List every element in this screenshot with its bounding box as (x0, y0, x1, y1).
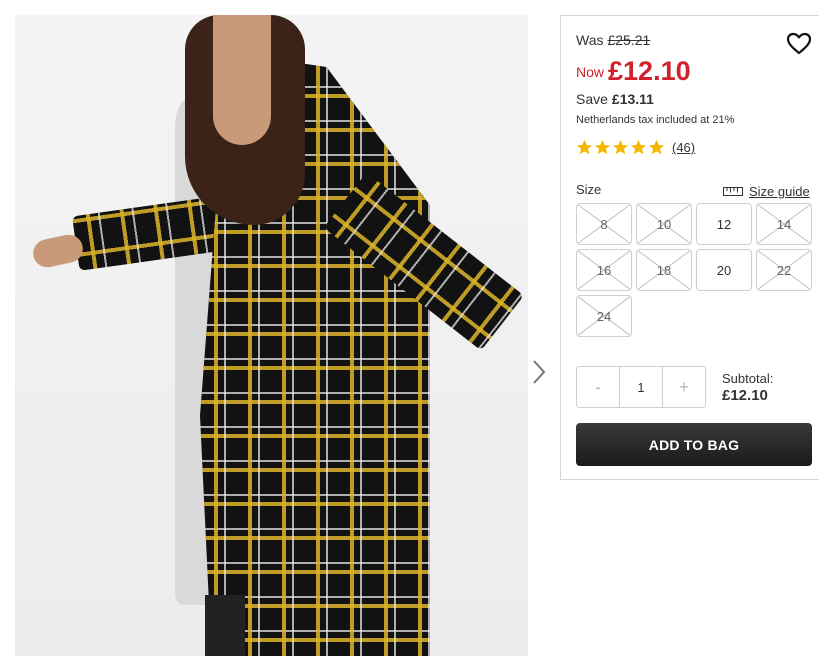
size-option-14[interactable]: 14 (756, 203, 812, 245)
now-price-row: Now £12.10 (576, 56, 691, 87)
legs-shape (205, 595, 245, 656)
size-option-label: 18 (656, 262, 672, 278)
size-guide-link[interactable]: Size guide (723, 184, 810, 199)
size-option-label: 20 (716, 262, 732, 278)
add-to-bag-button[interactable]: ADD TO BAG (576, 423, 812, 466)
wishlist-heart-icon[interactable] (786, 32, 812, 56)
next-image-chevron-right-icon[interactable] (530, 358, 548, 386)
size-option-8[interactable]: 8 (576, 203, 632, 245)
quantity-increase-button[interactable]: + (663, 367, 705, 407)
quantity-stepper: - 1 + (576, 366, 706, 408)
subtotal-label: Subtotal: (722, 371, 774, 386)
size-option-label: 14 (776, 216, 792, 232)
subtotal: Subtotal: £12.10 (722, 370, 773, 404)
star-icon (648, 140, 665, 155)
size-option-10[interactable]: 10 (636, 203, 692, 245)
purchase-panel: Was £25.21 Now £12.10 Save £13.11 Netherlan… (560, 15, 819, 480)
size-option-label: 22 (776, 262, 792, 278)
save-amount: £13.11 (611, 91, 654, 107)
tax-note: Netherlands tax included at 21% (576, 114, 735, 126)
size-option-20[interactable]: 20 (696, 249, 752, 291)
size-label: Size (576, 182, 602, 197)
star-icon (576, 140, 593, 155)
size-option-18[interactable]: 18 (636, 249, 692, 291)
size-option-12[interactable]: 12 (696, 203, 752, 245)
star-icon (594, 140, 611, 155)
size-option-label: 12 (716, 216, 732, 232)
review-count-link[interactable]: (46) (672, 140, 695, 155)
was-price: £25.21 (607, 32, 651, 48)
now-price: £12.10 (608, 56, 691, 86)
was-price-row: Was £25.21 (576, 32, 650, 48)
size-option-label: 16 (596, 262, 612, 278)
size-guide-label: Size guide (749, 184, 810, 199)
face-shape (213, 15, 271, 145)
subtotal-amount: £12.10 (722, 387, 768, 404)
star-icon (630, 140, 647, 155)
quantity-decrease-button[interactable]: - (577, 367, 619, 407)
size-option-16[interactable]: 16 (576, 249, 632, 291)
star-rating (576, 139, 665, 156)
product-image[interactable] (15, 15, 528, 656)
save-row: Save £13.11 (576, 91, 654, 107)
quantity-value[interactable]: 1 (619, 367, 663, 407)
size-option-24[interactable]: 24 (576, 295, 632, 337)
star-icon (612, 140, 629, 155)
ruler-icon (723, 187, 743, 196)
was-label: Was (576, 32, 604, 48)
size-option-label: 10 (656, 216, 672, 232)
now-label: Now (576, 64, 605, 80)
size-option-label: 8 (600, 216, 608, 232)
rating-row: (46) (576, 139, 695, 156)
size-option-22[interactable]: 22 (756, 249, 812, 291)
save-label: Save (576, 91, 608, 107)
size-option-label: 24 (596, 308, 612, 324)
